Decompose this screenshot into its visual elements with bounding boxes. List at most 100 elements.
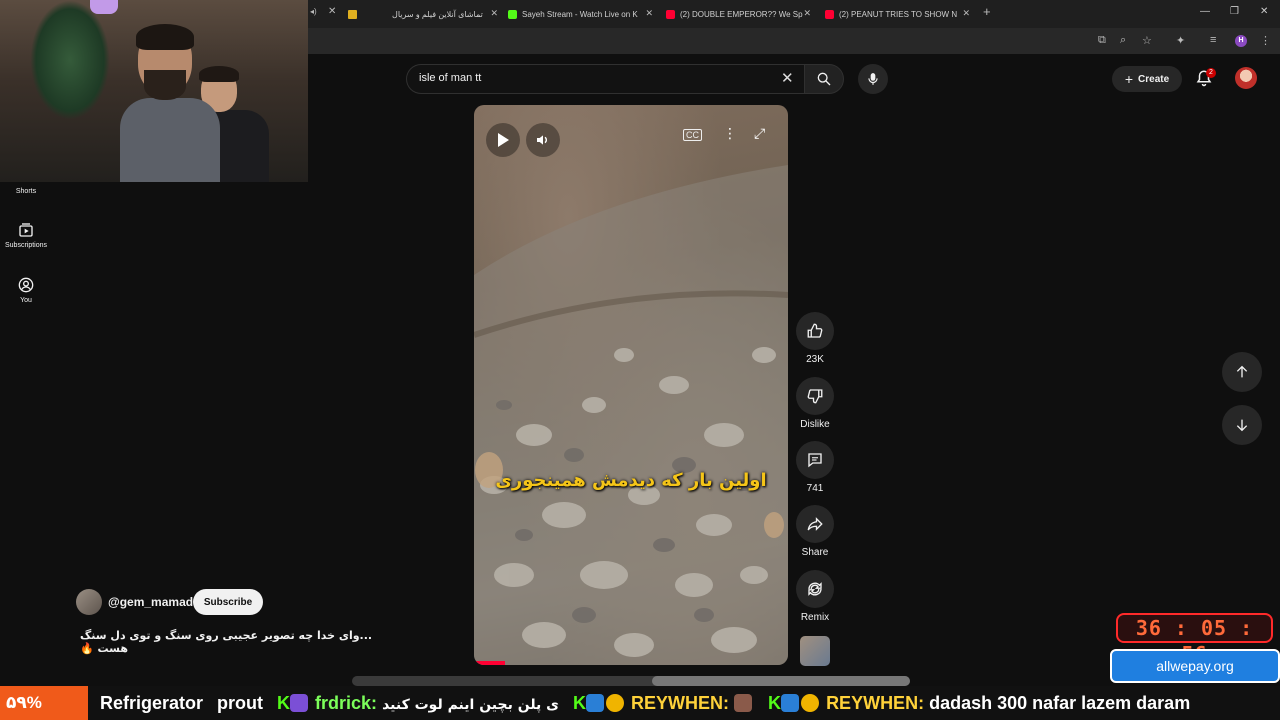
badge-icon	[801, 694, 820, 712]
badge-icon	[781, 694, 800, 712]
thumbs-up-icon	[807, 323, 823, 338]
next-short-button[interactable]	[1222, 405, 1262, 445]
kick-icon	[508, 9, 517, 19]
browser-toolbar: ⧉ ⌕ ☆ ✦ ≡ ⋮	[308, 28, 1280, 54]
sidebar-item-label: You	[20, 297, 32, 304]
browser-tab-bar: ◂) ✕ تماشای آنلاین فیلم و سریال ✕ Sayeh …	[308, 0, 1280, 28]
tab-close-icon[interactable]: ✕	[328, 6, 336, 17]
sidebar-item-label: Subscriptions	[4, 242, 48, 249]
ticker-message: K REYWHEN: dadash 300 nafar lazem daram	[768, 686, 1190, 720]
horizontal-scrollbar[interactable]	[352, 676, 910, 686]
subscribe-button[interactable]: Subscribe	[193, 589, 263, 615]
thumbs-down-icon	[807, 389, 823, 404]
menu-kebab-icon[interactable]: ⋮	[1260, 34, 1271, 47]
window-close-icon[interactable]: ✕	[1260, 6, 1268, 17]
search-query[interactable]: isle of man tt	[419, 72, 481, 84]
fullscreen-icon[interactable]: ⤢	[754, 125, 765, 142]
riverbed-stones	[474, 165, 788, 665]
search-button[interactable]	[804, 64, 844, 94]
create-label: Create	[1138, 73, 1170, 85]
more-options-icon[interactable]: ⋮	[723, 125, 737, 142]
volume-icon	[537, 135, 547, 145]
comment-count: 741	[806, 483, 824, 494]
kick-icon: K	[277, 693, 291, 713]
zoom-icon[interactable]: ⌕	[1120, 34, 1126, 47]
channel-avatar[interactable]	[76, 589, 102, 615]
youtube-icon	[666, 9, 675, 19]
arrow-down-icon	[1236, 419, 1248, 432]
cast-icon[interactable]: ⧉	[1098, 34, 1106, 47]
ticker-message: K REYWHEN:	[573, 686, 754, 720]
sidebar-item-shorts[interactable]: Shorts	[0, 188, 52, 195]
sound-thumbnail[interactable]	[800, 636, 830, 666]
tab-audio-icon[interactable]: ◂)	[310, 7, 317, 16]
extensions-icon[interactable]: ✦	[1176, 34, 1185, 47]
user-circle-icon	[18, 277, 34, 293]
captions-icon[interactable]: CC	[683, 129, 702, 141]
video-title[interactable]: ...وای خدا چه تصویر عجیبی روی سنگ و توی …	[80, 629, 400, 655]
tab-4[interactable]: (2) PEANUT TRIES TO SHOW N ✕	[825, 4, 970, 24]
dislike-button[interactable]: Dislike	[796, 377, 834, 430]
tab-1[interactable]: تماشای آنلاین فیلم و سریال ✕	[348, 4, 498, 24]
ticker-message: K frdrick: ی پلن بچین اینم لوت کنید	[277, 686, 559, 720]
media-icon[interactable]: ≡	[1210, 34, 1216, 46]
tab-close-icon[interactable]: ✕	[803, 8, 811, 19]
subscriptions-icon	[19, 223, 33, 237]
tab-2[interactable]: Sayeh Stream - Watch Live on K ✕	[508, 4, 653, 24]
chat-ticker: ۵۹% Refrigerator prout K frdrick: ی پلن …	[0, 686, 1280, 720]
plus-icon: +	[1124, 71, 1134, 87]
ticker-track: Refrigerator prout K frdrick: ی پلن بچین…	[100, 686, 1190, 720]
tab-1-label: تماشای آنلاین فیلم و سریال	[392, 9, 483, 19]
tab-2-label: Sayeh Stream - Watch Live on K	[522, 9, 638, 19]
arrow-up-icon	[1236, 365, 1248, 378]
notification-count-badge: 2	[1206, 68, 1216, 78]
streamer-person	[120, 20, 220, 182]
comments-button[interactable]: 741	[796, 441, 834, 494]
play-button[interactable]	[486, 123, 520, 157]
sidebar-item-you[interactable]: You	[0, 277, 52, 304]
share-button[interactable]: Share	[796, 505, 834, 558]
previous-short-button[interactable]	[1222, 352, 1262, 392]
folder-icon	[348, 9, 357, 19]
bookmark-star-icon[interactable]: ☆	[1142, 34, 1152, 47]
minimize-icon[interactable]: —	[1200, 6, 1210, 17]
channel-name[interactable]: @gem_mamad	[108, 595, 193, 609]
volume-button[interactable]	[526, 123, 560, 157]
account-avatar[interactable]	[1235, 67, 1257, 89]
ceiling-light	[90, 0, 118, 14]
search-icon	[817, 72, 831, 86]
tab-close-icon[interactable]: ✕	[645, 8, 653, 19]
voice-search-button[interactable]	[858, 64, 888, 94]
clear-search-icon[interactable]: ✕	[781, 69, 794, 87]
dislike-label: Dislike	[800, 419, 830, 430]
chat-text: ی پلن بچین اینم لوت کنید	[382, 697, 560, 713]
tab-close-icon[interactable]: ✕	[962, 8, 970, 19]
create-button[interactable]: + Create	[1112, 66, 1182, 92]
sidebar-item-subscriptions[interactable]: Subscriptions	[0, 222, 52, 249]
remix-label: Remix	[800, 612, 830, 623]
remix-button[interactable]: Remix	[796, 570, 834, 623]
chat-username: REYWHEN:	[826, 693, 925, 713]
scrollbar-thumb[interactable]	[652, 676, 910, 686]
tab-3-label: (2) DOUBLE EMPEROR?? We Sp	[680, 9, 803, 19]
video-progress-bar[interactable]	[474, 661, 506, 665]
chat-text: dadash 300 nafar lazem daram	[929, 693, 1191, 713]
short-video-player[interactable]: CC ⋮ ⤢ اولین بار که دیدمش همینجوری	[474, 105, 788, 665]
youtube-icon	[825, 9, 834, 19]
screen: ◂) ✕ تماشای آنلاین فیلم و سریال ✕ Sayeh …	[0, 0, 1280, 720]
video-caption: اولین بار که دیدمش همینجوری	[495, 470, 767, 491]
ticker-item: prout	[217, 693, 264, 713]
christmas-tree	[30, 0, 110, 120]
kick-icon: K	[768, 693, 782, 713]
share-label: Share	[801, 547, 829, 558]
maximize-icon[interactable]: ❐	[1230, 6, 1239, 17]
browser-profile-avatar[interactable]: H	[1235, 35, 1247, 47]
tab-4-label: (2) PEANUT TRIES TO SHOW N	[839, 9, 958, 19]
tab-3[interactable]: (2) DOUBLE EMPEROR?? We Sp ✕	[666, 4, 811, 24]
like-count: 23K	[806, 354, 824, 365]
new-tab-button[interactable]: +	[983, 4, 991, 19]
tab-close-icon[interactable]: ✕	[490, 8, 498, 19]
badge-icon	[606, 694, 625, 712]
ticker-item: Refrigerator	[100, 693, 204, 713]
like-button[interactable]: 23K	[796, 312, 834, 365]
